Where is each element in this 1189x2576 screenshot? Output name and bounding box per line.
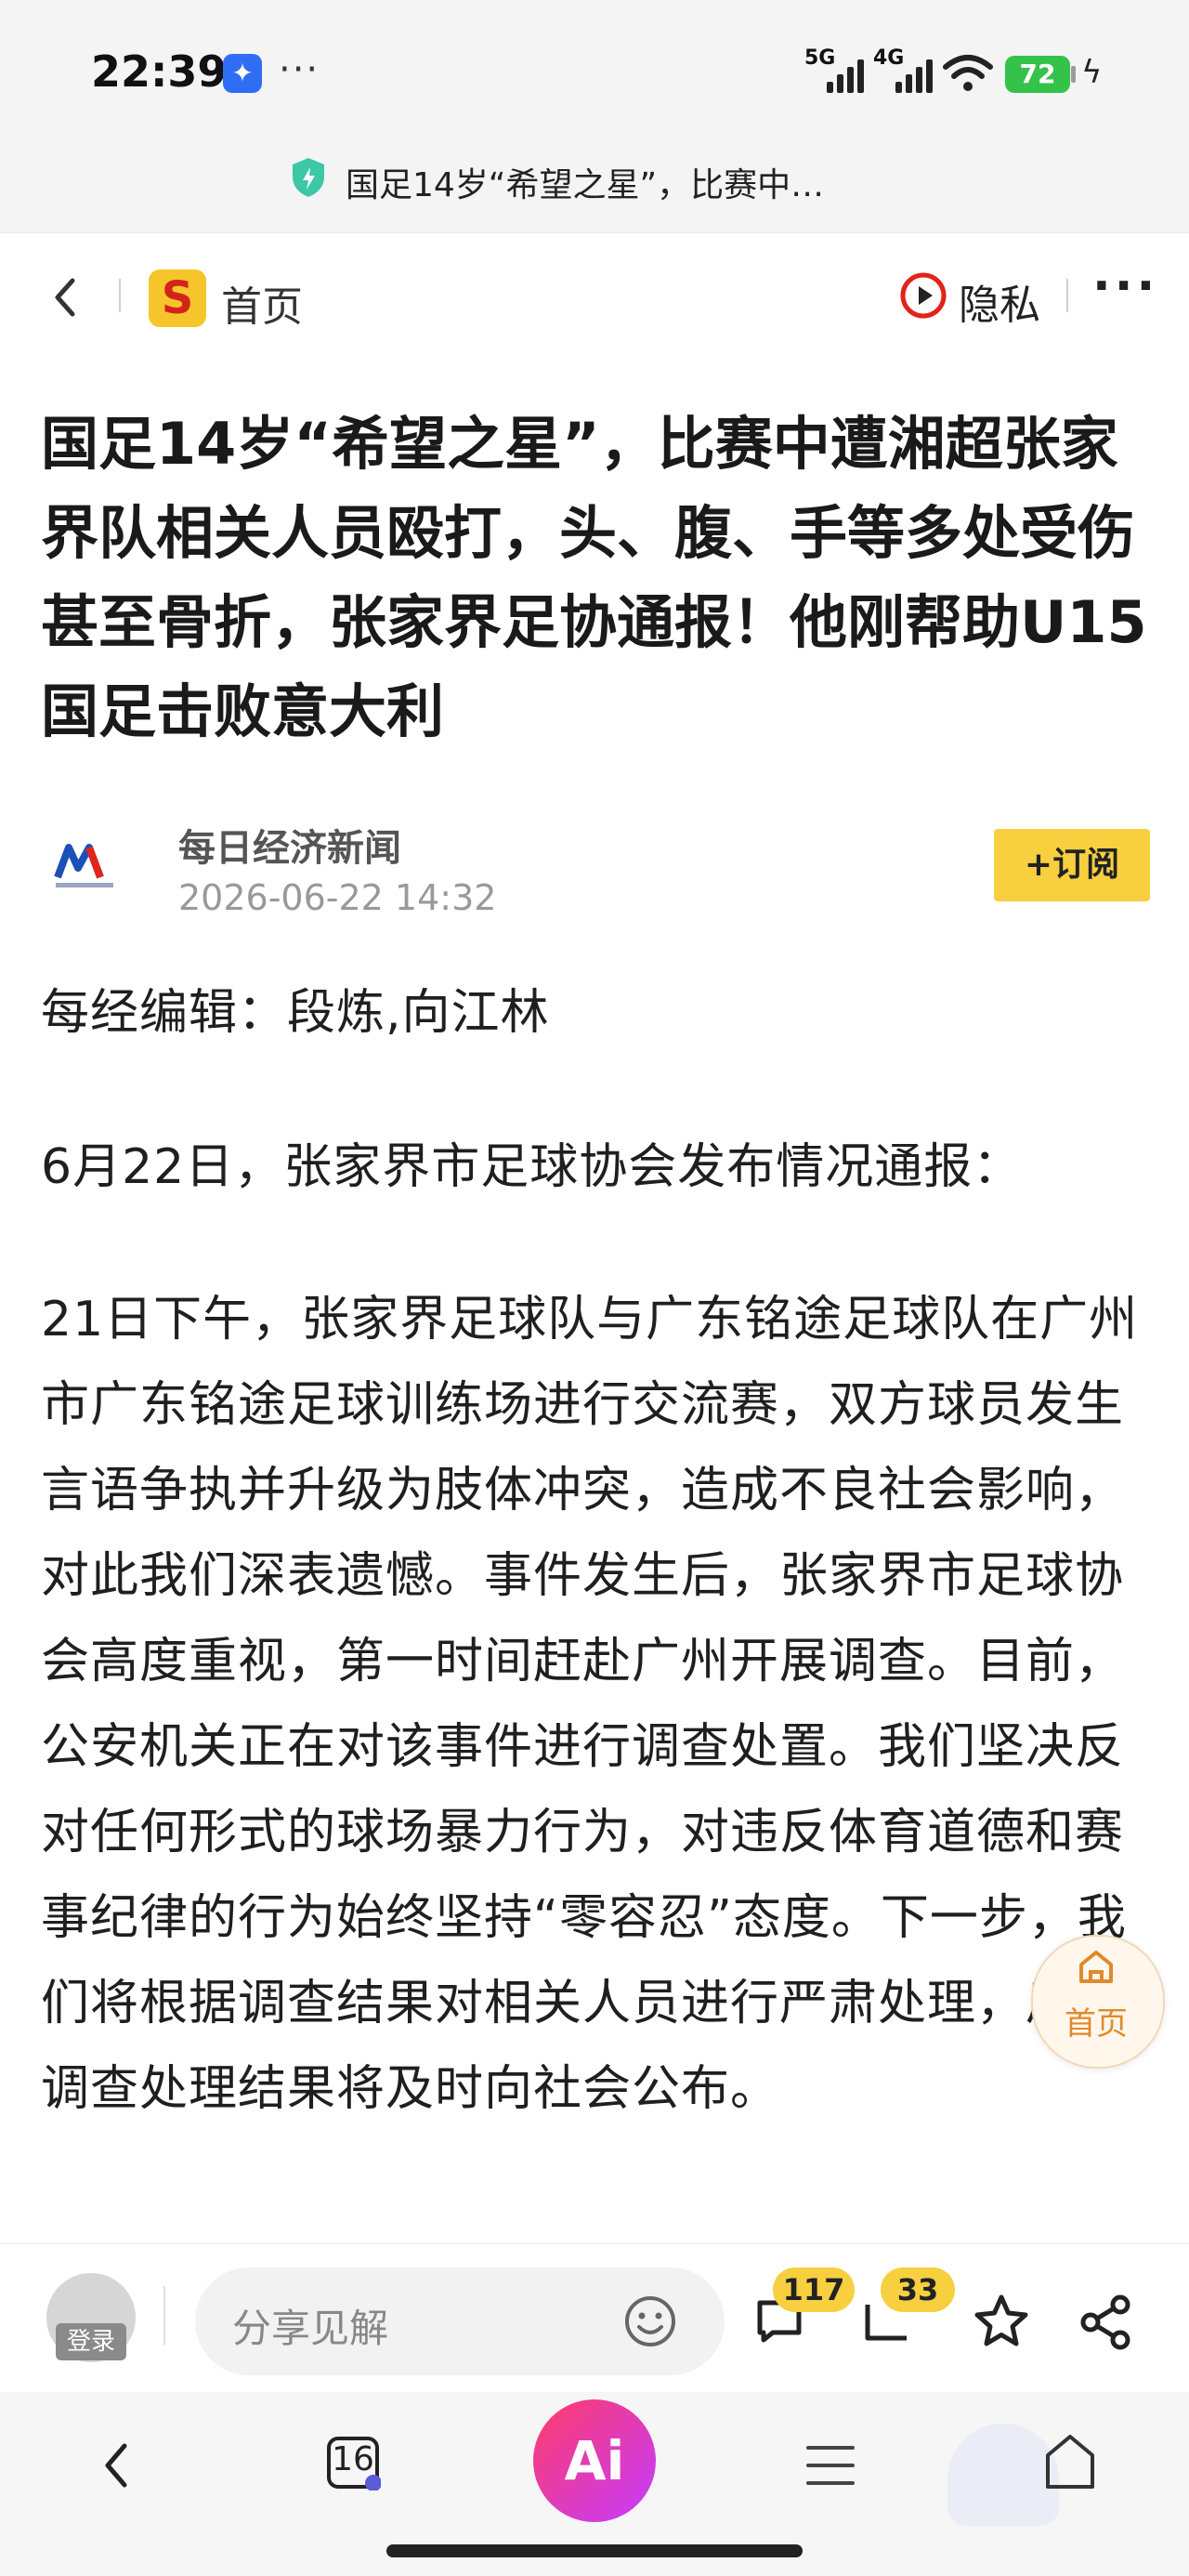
- star-icon[interactable]: [972, 2292, 1031, 2351]
- privacy-play-icon[interactable]: [899, 271, 947, 320]
- source-name[interactable]: 每日经济新闻: [178, 818, 401, 872]
- nav-divider: [119, 279, 121, 312]
- privacy-link[interactable]: 隐私: [959, 271, 1040, 331]
- comment-bar-divider: [163, 2286, 165, 2346]
- status-more-icon: ···: [279, 48, 320, 91]
- menu-icon[interactable]: [803, 2440, 858, 2491]
- nav-home-link[interactable]: 首页: [221, 273, 303, 333]
- battery-icon: 72: [1005, 56, 1070, 93]
- share-placeholder[interactable]: 分享见解: [232, 2297, 388, 2354]
- nav-divider: [1066, 279, 1068, 312]
- app-logo-icon[interactable]: S: [149, 269, 206, 327]
- emoji-icon[interactable]: [622, 2293, 678, 2349]
- home-indicator[interactable]: [386, 2544, 803, 2557]
- floating-home-label[interactable]: 首页: [1065, 1998, 1128, 2044]
- more-menu-icon[interactable]: ···: [1092, 258, 1158, 314]
- comment-count-badge[interactable]: 117: [773, 2267, 855, 2312]
- tabs-count[interactable]: 16: [327, 2440, 379, 2478]
- battery-tip: [1071, 66, 1076, 83]
- page-title: 国足14岁“希望之星”，比赛中…: [346, 166, 825, 204]
- favorite-count-badge[interactable]: 33: [881, 2267, 955, 2312]
- publish-date: 2026-06-22 14:32: [178, 877, 497, 918]
- paragraph-statement: 21日下午，张家界足球队与广东铭途足球队在广州市广东铭途足球训练场进行交流赛，双…: [41, 1292, 1139, 2117]
- wifi-icon: [943, 55, 993, 91]
- back-icon[interactable]: [46, 269, 84, 325]
- article-headline: 国足14岁“希望之星”，比赛中遭湘超张家界队相关人员殴打，头、腹、手等多处受伤甚…: [41, 410, 1147, 745]
- source-logo-icon[interactable]: [48, 836, 123, 892]
- ai-button[interactable]: Ai: [533, 2399, 656, 2522]
- signal-5g-icon: [827, 56, 864, 93]
- paragraph-intro: 6月22日，张家界市足球协会发布情况通报：: [41, 1139, 1023, 1195]
- charging-icon: ϟ: [1081, 54, 1103, 91]
- login-label[interactable]: 登录: [56, 2323, 126, 2360]
- status-time: 22:39: [91, 46, 228, 97]
- home-icon[interactable]: [1076, 1948, 1117, 1985]
- subscribe-button[interactable]: +订阅: [994, 829, 1150, 901]
- editor-line: 每经编辑：段炼,向江林: [41, 985, 550, 1041]
- app-notification-icon: ✦: [223, 54, 262, 93]
- shield-icon: [293, 158, 324, 197]
- signal-4g-icon: [895, 56, 933, 93]
- chevron-left-icon[interactable]: [93, 2433, 139, 2498]
- house-icon[interactable]: [1040, 2429, 1100, 2494]
- share-icon[interactable]: [1078, 2293, 1135, 2351]
